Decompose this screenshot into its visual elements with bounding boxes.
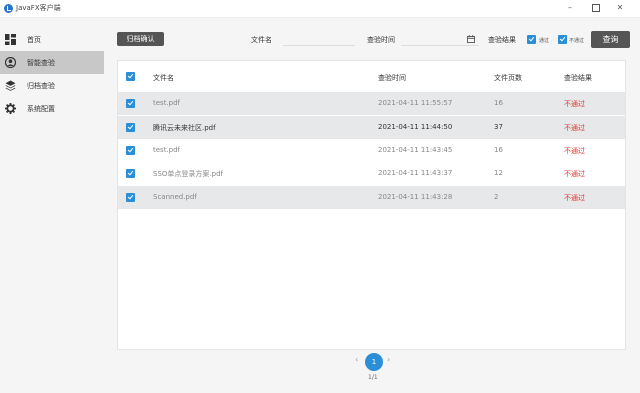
cell-result: 不通过 xyxy=(564,194,585,202)
fail-checkbox[interactable] xyxy=(558,35,567,44)
maximize-icon xyxy=(592,4,600,12)
cell-pages: 12 xyxy=(494,169,503,177)
cell-filename: SSO单点登录方案.pdf xyxy=(153,170,223,178)
cell-result: 不通过 xyxy=(564,170,585,178)
row-checkbox[interactable] xyxy=(126,169,135,178)
table-row[interactable]: 腾讯云未来社区.pdf 2021-04-11 11:44:50 37 不通过 xyxy=(118,116,625,139)
cell-time: 2021-04-11 11:44:50 xyxy=(378,123,453,131)
cell-time: 2021-04-11 11:43:28 xyxy=(378,193,453,201)
layers-icon xyxy=(5,80,16,91)
sidebar-item-label: 系统配置 xyxy=(27,105,55,113)
fail-checkbox-label: 不通过 xyxy=(569,38,585,44)
row-checkbox[interactable] xyxy=(126,193,135,202)
sidebar: 首页 智能查验 归档查验 系统配置 xyxy=(0,18,104,393)
table-row[interactable]: SSO单点登录方案.pdf 2021-04-11 11:43:37 12 不通过 xyxy=(118,162,625,185)
search-button[interactable]: 查询 xyxy=(591,31,630,48)
table-row[interactable]: Scanned.pdf 2021-04-11 11:43:28 2 不通过 xyxy=(118,186,625,209)
sidebar-item-label: 归档查验 xyxy=(27,82,55,90)
sidebar-item-home[interactable]: 首页 xyxy=(0,28,104,51)
next-page-button[interactable]: › xyxy=(387,355,390,364)
sidebar-item-label: 智能查验 xyxy=(27,59,55,67)
row-checkbox[interactable] xyxy=(126,146,135,155)
cell-filename: test.pdf xyxy=(153,99,181,107)
title-bar: JavaFX客户端 – ✕ xyxy=(0,0,640,18)
cell-result: 不通过 xyxy=(564,147,585,155)
user-circle-icon xyxy=(5,57,16,68)
sidebar-item-label: 首页 xyxy=(27,36,41,44)
cell-pages: 2 xyxy=(494,193,499,201)
maximize-button[interactable] xyxy=(589,2,603,14)
column-header-time: 查验时间 xyxy=(378,74,406,82)
cell-time: 2021-04-11 11:43:37 xyxy=(378,169,453,177)
page-1-button[interactable]: 1 xyxy=(365,353,383,371)
row-checkbox[interactable] xyxy=(126,99,135,108)
row-checkbox[interactable] xyxy=(126,123,135,132)
column-header-pages: 文件页数 xyxy=(494,74,522,82)
archive-confirm-button[interactable]: 归档确认 xyxy=(117,32,164,46)
sidebar-item-archive-check[interactable]: 归档查验 xyxy=(0,74,104,97)
column-header-result: 查验结果 xyxy=(564,74,592,82)
check-time-label: 查验时间 xyxy=(367,36,395,44)
minimize-button[interactable]: – xyxy=(563,2,577,14)
dashboard-icon xyxy=(5,34,16,45)
sidebar-item-settings[interactable]: 系统配置 xyxy=(0,97,104,120)
table-row[interactable]: test.pdf 2021-04-11 11:43:45 16 不通过 xyxy=(118,139,625,162)
prev-page-button[interactable]: ‹ xyxy=(355,355,358,364)
cell-pages: 16 xyxy=(494,99,503,107)
cell-pages: 37 xyxy=(494,123,503,131)
table-row[interactable]: test.pdf 2021-04-11 11:55:57 16 不通过 xyxy=(118,92,625,115)
window-title: JavaFX客户端 xyxy=(16,4,61,12)
app-logo-icon xyxy=(4,4,13,13)
filename-input[interactable] xyxy=(283,32,355,46)
page-info: 1/1 xyxy=(368,374,378,381)
cell-result: 不通过 xyxy=(564,124,585,132)
close-button[interactable]: ✕ xyxy=(613,2,627,14)
cell-time: 2021-04-11 11:55:57 xyxy=(378,99,453,107)
gear-icon xyxy=(5,103,16,114)
filename-label: 文件名 xyxy=(251,36,272,44)
pass-checkbox[interactable] xyxy=(527,35,536,44)
cell-pages: 16 xyxy=(494,146,503,154)
check-result-label: 查验结果 xyxy=(488,36,516,44)
cell-result: 不通过 xyxy=(564,100,585,108)
column-header-filename: 文件名 xyxy=(153,74,174,82)
pass-checkbox-label: 通过 xyxy=(539,38,550,44)
sidebar-item-smart-check[interactable]: 智能查验 xyxy=(0,51,104,74)
select-all-checkbox[interactable] xyxy=(126,72,135,81)
cell-filename: 腾讯云未来社区.pdf xyxy=(153,124,216,132)
calendar-icon[interactable] xyxy=(467,35,475,43)
cell-time: 2021-04-11 11:43:45 xyxy=(378,146,453,154)
cell-filename: Scanned.pdf xyxy=(153,193,197,201)
results-table: 文件名 查验时间 文件页数 查验结果 test.pdf 2021-04-11 1… xyxy=(117,60,626,350)
cell-filename: test.pdf xyxy=(153,146,181,154)
